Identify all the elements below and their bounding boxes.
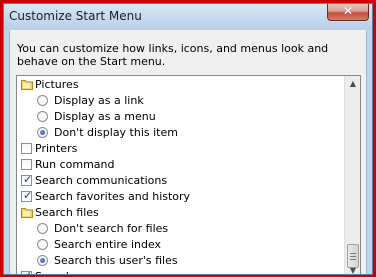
checkmark-icon: ✓ [23,173,33,186]
checkmark-icon: ✓ [23,269,32,274]
checkbox-search-communications[interactable]: ✓ Search communications [17,173,347,189]
scroll-up-button[interactable]: ▲ [346,76,360,92]
radio-display-as-a-link[interactable]: Display as a link [17,93,347,109]
radio-search-this-user-s-files[interactable]: Search this user's files [17,253,347,269]
option-label: Search programs [35,270,129,274]
folder-icon [21,207,33,218]
folder-icon [21,79,33,90]
checkbox-printers[interactable]: Printers [17,141,347,157]
option-label: Search this user's files [54,254,178,267]
option-label: Pictures [35,78,79,91]
option-label: Display as a link [54,94,144,107]
customize-start-menu-dialog: Customize Start Menu ✕ You can customize… [3,3,373,275]
radio-don-t-display-this-item[interactable]: Don't display this item [17,125,347,141]
radio-display-as-a-menu[interactable]: Display as a menu [17,109,347,125]
option-label: Run command [35,158,115,171]
checkbox-run-command[interactable]: Run command [17,157,347,173]
checkmark-icon: ✓ [23,189,33,202]
option-label: Search favorites and history [35,190,191,203]
close-button[interactable]: ✕ [327,4,369,21]
radio-button[interactable] [37,127,48,138]
radio-button[interactable] [37,111,48,122]
radio-button[interactable] [37,239,48,250]
option-label: Search entire index [54,238,162,251]
checkbox[interactable] [21,143,32,154]
checkbox[interactable] [21,159,32,170]
radio-button[interactable] [37,223,48,234]
checkbox-search-programs[interactable]: ✓Search programs [17,269,347,274]
folder-search-files[interactable]: Search files [17,205,347,221]
checkbox[interactable]: ✓ [21,189,33,202]
option-label: Don't search for files [54,222,169,235]
checkbox-search-favorites-and-history[interactable]: ✓ Search favorites and history [17,189,347,205]
checkbox[interactable]: ✓ [21,269,32,274]
vertical-scrollbar[interactable]: ▲ ▼ [344,76,360,274]
checkbox[interactable]: ✓ [21,173,33,186]
option-label: Search communications [35,174,168,187]
scroll-down-button[interactable]: ▼ [346,263,360,274]
option-label: Search files [35,206,99,219]
options-list[interactable]: Pictures Display as a link Display as a me… [16,75,361,274]
radio-button[interactable] [37,95,48,106]
option-label: Display as a menu [54,110,156,123]
title-bar[interactable]: Customize Start Menu ✕ [4,4,372,30]
option-label: Don't display this item [54,126,178,139]
option-label: Printers [35,142,78,155]
radio-search-entire-index[interactable]: Search entire index [17,237,347,253]
description-text: You can customize how links, icons, and … [17,42,329,68]
radio-don-t-search-for-files[interactable]: Don't search for files [17,221,347,237]
window-title: Customize Start Menu [9,9,142,23]
radio-button[interactable] [37,255,48,266]
folder-pictures[interactable]: Pictures [17,77,347,93]
dialog-content: You can customize how links, icons, and … [9,30,367,274]
